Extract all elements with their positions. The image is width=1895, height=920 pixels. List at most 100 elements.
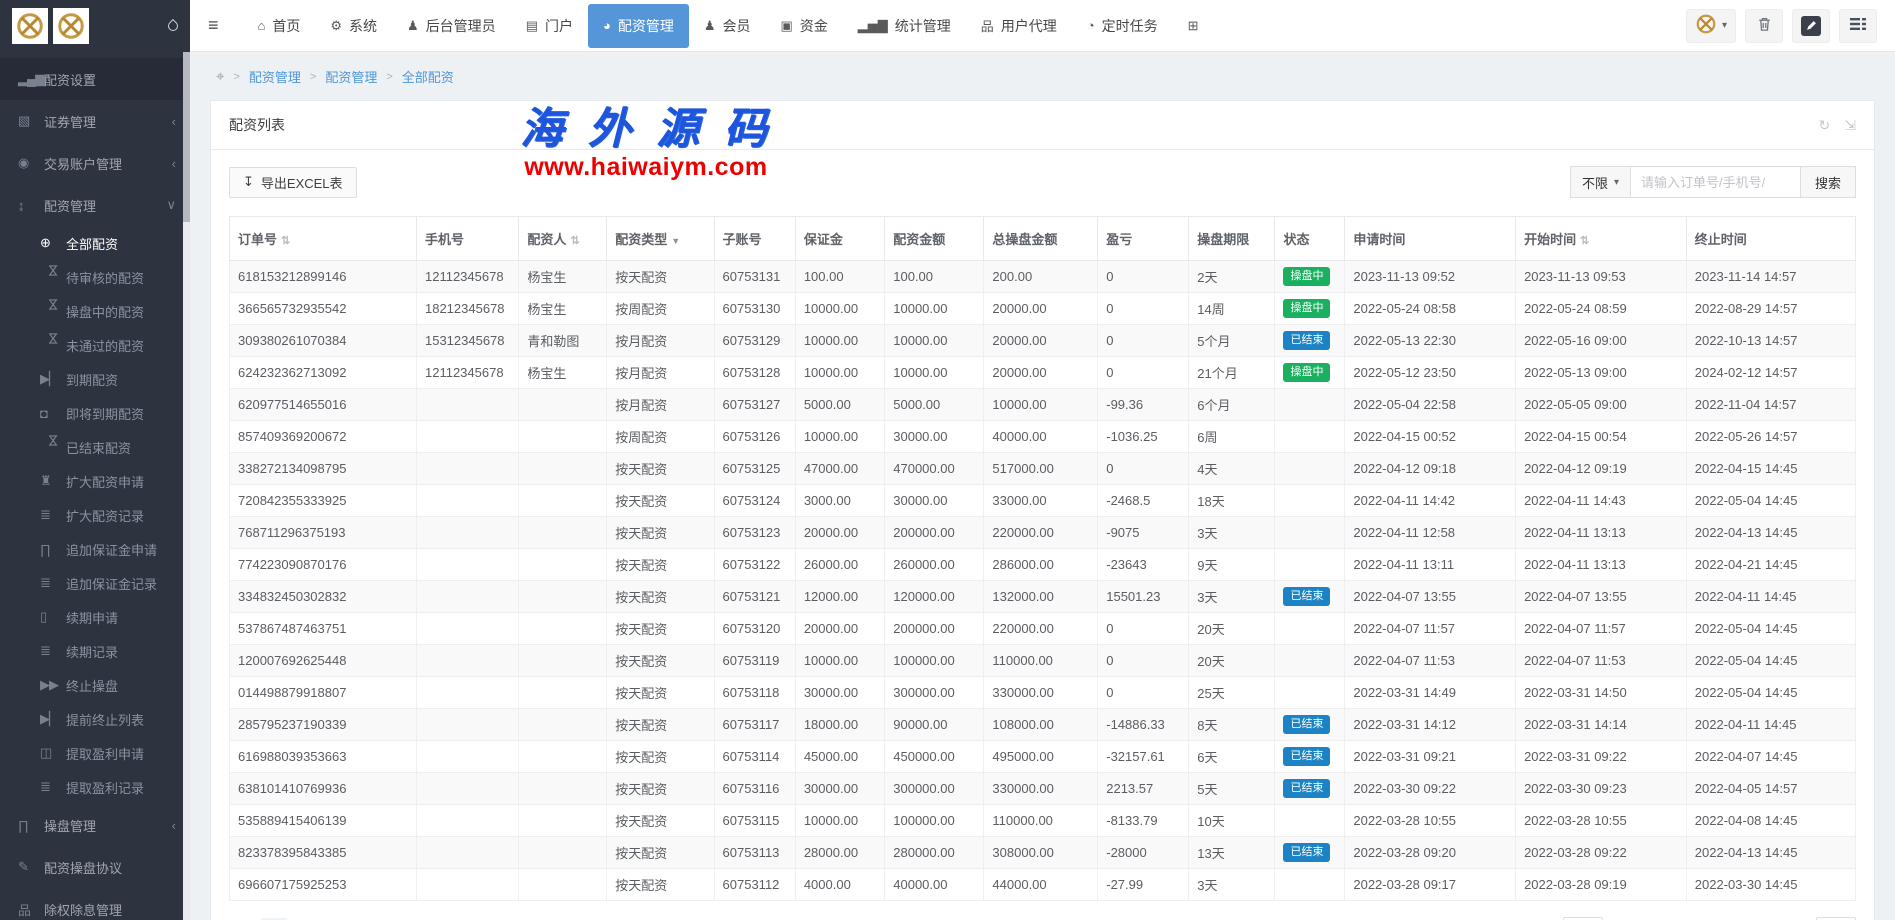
table-cell: 60753115	[714, 805, 795, 837]
table-cell: 618153212899146	[230, 261, 417, 293]
sidebar-item-ex-rights-management[interactable]: 品除权除息管理	[0, 888, 190, 920]
expand-icon[interactable]: ⇲	[1844, 117, 1856, 134]
nav-item-admin[interactable]: ♟后台管理员	[392, 0, 511, 52]
sort-icon[interactable]: ⇅	[570, 235, 579, 247]
sidebar-item-margin-call-apply[interactable]: ∏追加保证金申请	[0, 532, 190, 566]
refresh-icon[interactable]: ↻	[1819, 117, 1831, 134]
table-cell	[1275, 421, 1345, 453]
allocation-list-card: 配资列表 ↻ ⇲ ↧ 导出EXCEL表 不限 ▾	[210, 100, 1875, 920]
table-cell: 10000.00	[795, 421, 884, 453]
table-cell: 12112345678	[416, 261, 518, 293]
sort-icon[interactable]: ⇅	[1580, 235, 1589, 247]
column-header[interactable]: 状态	[1275, 217, 1345, 261]
nav-item-system[interactable]: ⚙系统	[315, 0, 392, 52]
sidebar-item-expand-records[interactable]: ≣扩大配资记录	[0, 498, 190, 532]
sidebar-item-trade-accounts[interactable]: ◉交易账户管理‹	[0, 142, 190, 184]
table-cell	[416, 805, 518, 837]
table-cell: 2天	[1189, 261, 1275, 293]
nav-item-funds[interactable]: ▣资金	[766, 0, 843, 52]
edit-button[interactable]	[1792, 9, 1830, 43]
filter-dropdown[interactable]: 不限 ▾	[1570, 166, 1631, 198]
column-header[interactable]: 配资人⇅	[519, 217, 607, 261]
table-cell: 3天	[1189, 517, 1275, 549]
status-badge: 已结束	[1283, 331, 1330, 349]
column-header[interactable]: 配资金额	[885, 217, 984, 261]
breadcrumb-link[interactable]: 配资管理	[249, 67, 301, 86]
camera-icon: ◘	[40, 406, 66, 421]
table-toolbar: ↧ 导出EXCEL表 不限 ▾ 搜索	[211, 150, 1874, 212]
nav-item-members[interactable]: ♟会员	[689, 0, 766, 52]
sidebar-item-expired[interactable]: ▶▏到期配资	[0, 362, 190, 396]
sidebar-item-allocation-settings[interactable]: ▂▄▆配资设置	[0, 58, 190, 100]
globe-icon: ⊕	[40, 235, 66, 251]
nav-item-home[interactable]: ⌂首页	[243, 0, 316, 52]
table-cell: 2022-04-15 14:45	[1686, 453, 1855, 485]
sort-icon[interactable]: ⇅	[281, 235, 290, 247]
table-cell: 10000.00	[795, 293, 884, 325]
column-header[interactable]: 子账号	[714, 217, 795, 261]
table-cell: 100.00	[885, 261, 984, 293]
filter-icon[interactable]: ▼	[671, 236, 680, 246]
sidebar-item-pending-review[interactable]: ⋈待审核的配资	[0, 260, 190, 294]
menu-toggle-icon[interactable]: ≡	[208, 15, 219, 36]
table-cell: 6天	[1189, 741, 1275, 773]
nav-item-statistics[interactable]: ▂▅▇统计管理	[843, 0, 966, 52]
table-cell: 2022-08-29 14:57	[1686, 293, 1855, 325]
column-header[interactable]: 操盘期限	[1189, 217, 1275, 261]
sidebar-item-in-operation[interactable]: ⋈操盘中的配资	[0, 294, 190, 328]
sidebar-item-securities[interactable]: ▧证券管理‹	[0, 100, 190, 142]
sidebar-item-rejected[interactable]: ⋈未通过的配资	[0, 328, 190, 362]
table-cell: 2022-04-05 14:57	[1686, 773, 1855, 805]
column-header[interactable]: 保证金	[795, 217, 884, 261]
sidebar-item-early-termination-list[interactable]: ▶▏提前终止列表	[0, 702, 190, 736]
table-cell: 014498879918807	[230, 677, 417, 709]
table-cell: 已结束	[1275, 709, 1345, 741]
table-cell: 0	[1098, 325, 1189, 357]
trash-button[interactable]	[1745, 9, 1783, 43]
breadcrumb-link[interactable]: 全部配资	[402, 67, 454, 86]
column-header[interactable]: 申请时间	[1345, 217, 1516, 261]
nav-item-user-agents[interactable]: 品用户代理	[966, 0, 1072, 52]
column-header[interactable]: 配资类型▼	[607, 217, 714, 261]
column-header[interactable]: 手机号	[416, 217, 518, 261]
table-cell: 2022-03-31 09:22	[1516, 741, 1687, 773]
table-cell: 768711296375193	[230, 517, 417, 549]
sidebar-item-margin-call-records[interactable]: ≣追加保证金记录	[0, 566, 190, 600]
nav-item-scheduled-tasks[interactable]: ◔定时任务	[1072, 0, 1173, 52]
export-excel-button[interactable]: ↧ 导出EXCEL表	[229, 167, 357, 198]
sidebar-item-label: 配资设置	[44, 70, 96, 89]
column-header[interactable]: 开始时间⇅	[1516, 217, 1687, 261]
table-cell: 按周配资	[607, 421, 714, 453]
sidebar-item-renewal-records[interactable]: ≣续期记录	[0, 634, 190, 668]
search-input[interactable]	[1631, 166, 1801, 198]
sidebar-item-profit-withdraw-apply[interactable]: ◫提取盈利申请	[0, 736, 190, 770]
sidebar-item-allocation-agreement[interactable]: ✎配资操盘协议	[0, 846, 190, 888]
column-header[interactable]: 盈亏	[1098, 217, 1189, 261]
sidebar-item-finished[interactable]: ⋈已结束配资	[0, 430, 190, 464]
sidebar-item-renewal-apply[interactable]: ▯续期申请	[0, 600, 190, 634]
nav-item-apps-grid[interactable]: ⊞	[1173, 0, 1214, 52]
sidebar-item-profit-withdraw-records[interactable]: ≣提取盈利记录	[0, 770, 190, 804]
table-cell: 30000.00	[795, 677, 884, 709]
sidebar-item-operation-management[interactable]: ∏操盘管理‹	[0, 804, 190, 846]
table-row: 285795237190339按天配资6075311718000.0090000…	[230, 709, 1856, 741]
user-menu-button[interactable]: ▾	[1686, 9, 1736, 43]
sidebar-item-allocation-management[interactable]: ↨配资管理∨	[0, 184, 190, 226]
table-cell: 10000.00	[795, 645, 884, 677]
menu-list-button[interactable]	[1839, 9, 1877, 43]
sidebar-item-expiring-soon[interactable]: ◘即将到期配资	[0, 396, 190, 430]
sidebar-item-terminate-operation[interactable]: ▶▶终止操盘	[0, 668, 190, 702]
sidebar-item-expand-apply[interactable]: ♜扩大配资申请	[0, 464, 190, 498]
search-button[interactable]: 搜索	[1801, 166, 1856, 198]
table-cell: 495000.00	[984, 741, 1098, 773]
sidebar-scrollbar[interactable]	[183, 52, 190, 920]
column-header[interactable]: 总操盘金额	[984, 217, 1098, 261]
column-header-label: 盈亏	[1106, 232, 1132, 247]
scrollbar-thumb[interactable]	[183, 52, 190, 222]
column-header[interactable]: 终止时间	[1686, 217, 1855, 261]
nav-item-allocation[interactable]: ◕配资管理	[588, 4, 689, 48]
breadcrumb-link[interactable]: 配资管理	[325, 67, 377, 86]
column-header[interactable]: 订单号⇅	[230, 217, 417, 261]
sidebar-item-all-allocations[interactable]: ⊕全部配资	[0, 226, 190, 260]
nav-item-portal[interactable]: ▤门户	[511, 0, 588, 52]
